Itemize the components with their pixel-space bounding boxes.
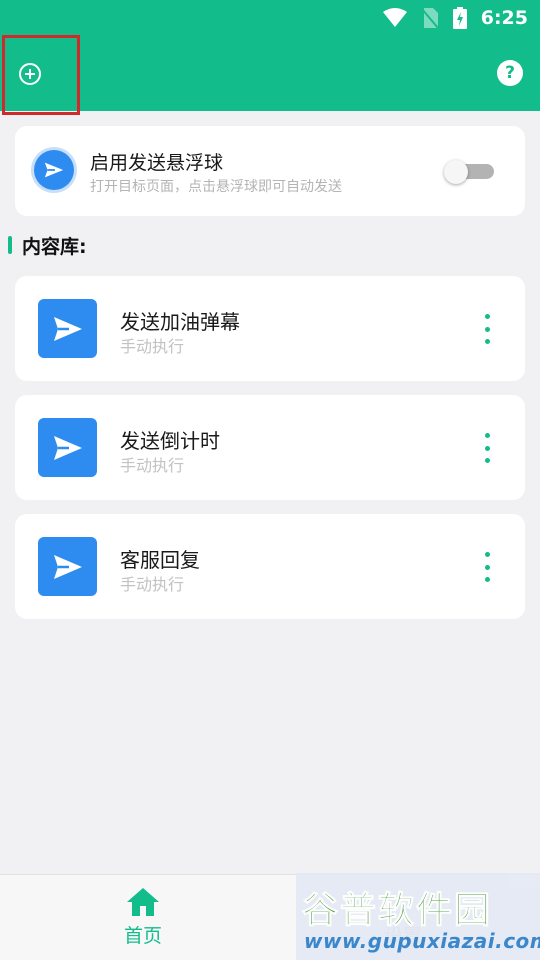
battery-charging-icon: [452, 7, 467, 29]
watermark-name: 谷普软件园: [301, 890, 493, 932]
send-icon: [38, 299, 97, 358]
nav-home-label: 首页: [123, 925, 162, 947]
status-bar: 6:25: [382, 6, 528, 30]
send-icon: [34, 150, 74, 190]
library-item[interactable]: 发送倒计时 手动执行: [15, 395, 525, 500]
home-icon: [127, 888, 159, 916]
item-subtitle: 手动执行: [120, 456, 185, 475]
item-title: 发送加油弹幕: [120, 310, 240, 334]
help-icon: ?: [505, 63, 515, 83]
floating-ball-toggle[interactable]: [444, 160, 494, 184]
floating-ball-title: 启用发送悬浮球: [90, 152, 224, 174]
send-icon: [38, 537, 97, 596]
nav-home[interactable]: 首页: [100, 887, 186, 953]
app-header: 6:25 ?: [0, 0, 540, 111]
wifi-icon: [382, 8, 407, 27]
floating-ball-subtitle: 打开目标页面，点击悬浮球即可自动发送: [90, 179, 342, 195]
no-sim-icon: [420, 8, 439, 29]
status-time: 6:25: [480, 7, 528, 29]
help-button[interactable]: ?: [497, 60, 523, 86]
section-marker: [8, 236, 12, 254]
floating-ball-card: 启用发送悬浮球 打开目标页面，点击悬浮球即可自动发送: [15, 126, 525, 216]
toggle-knob: [444, 160, 468, 184]
highlight-box: [2, 35, 80, 115]
library-item[interactable]: 客服回复 手动执行: [15, 514, 525, 619]
watermark: 谷普软件园 www.gupuxiazai.com: [296, 873, 540, 960]
watermark-url: www.gupuxiazai.com: [304, 929, 540, 953]
more-icon[interactable]: [477, 552, 497, 582]
more-icon[interactable]: [477, 433, 497, 463]
send-icon: [38, 418, 97, 477]
item-subtitle: 手动执行: [120, 575, 185, 594]
item-title: 客服回复: [120, 548, 200, 572]
item-title: 发送倒计时: [120, 429, 220, 453]
library-heading: 内容库:: [8, 233, 87, 258]
library-item[interactable]: 发送加油弹幕 手动执行: [15, 276, 525, 381]
more-icon[interactable]: [477, 314, 497, 344]
library-title: 内容库:: [22, 235, 87, 258]
item-subtitle: 手动执行: [120, 337, 185, 356]
